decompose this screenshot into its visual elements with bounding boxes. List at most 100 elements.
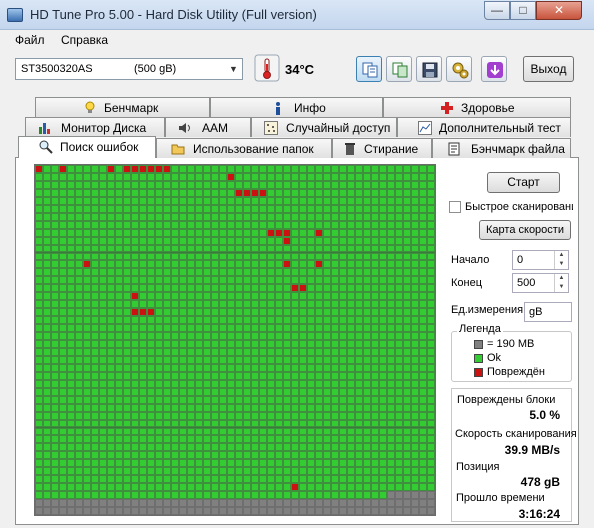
tab-health[interactable]: Здоровье [383, 97, 571, 117]
block-ok [355, 252, 363, 261]
tab-info[interactable]: Инфо [210, 97, 383, 117]
start-field-input[interactable]: 0 ▲ ▼ [512, 250, 569, 270]
block-ok [299, 172, 307, 181]
menu-file[interactable]: Файл [15, 33, 45, 47]
block-ok [59, 172, 67, 181]
block-ok [67, 172, 75, 181]
close-button[interactable]: ✕ [536, 1, 582, 20]
block-ok [219, 491, 227, 500]
menu-help[interactable]: Справка [61, 33, 108, 47]
block-ok [43, 475, 51, 484]
block-ok [83, 411, 91, 420]
block-ok [43, 284, 51, 293]
block-ok [59, 324, 67, 333]
block-ok [355, 419, 363, 428]
block-ok [219, 355, 227, 364]
block-ok [179, 475, 187, 484]
block-ok [283, 451, 291, 460]
block-ok [115, 212, 123, 221]
block-ok [163, 276, 171, 285]
block-ok [67, 260, 75, 269]
copy-screenshot-button[interactable] [386, 56, 412, 82]
tab-file-benchmark[interactable]: Бэнчмарк файла [432, 138, 571, 158]
block-ok [179, 308, 187, 317]
block-ok [283, 347, 291, 356]
download-button[interactable] [481, 56, 507, 82]
block-ok [323, 188, 331, 197]
tab-disk-monitor[interactable]: Монитор Диска [25, 117, 165, 137]
options-button[interactable] [446, 56, 472, 82]
block-ok [283, 427, 291, 436]
tab-folder-usage[interactable]: Использование папок [156, 138, 332, 158]
block-ok [51, 347, 59, 356]
copy-info-button[interactable] [356, 56, 382, 82]
block-ok [131, 435, 139, 444]
block-ok [395, 292, 403, 301]
block-ok [291, 411, 299, 420]
block-ok [411, 459, 419, 468]
block-ok [275, 172, 283, 181]
block-ok [331, 308, 339, 317]
block-ok [83, 443, 91, 452]
tab-error-scan[interactable]: Поиск ошибок [18, 136, 156, 158]
block-unscanned [355, 499, 363, 508]
block-ok [323, 316, 331, 325]
block-ok [283, 483, 291, 492]
block-ok [315, 308, 323, 317]
tab-random-access[interactable]: Случайный доступ [251, 117, 397, 137]
tab-benchmark[interactable]: Бенчмарк [35, 97, 210, 117]
block-ok [243, 483, 251, 492]
tab-extra-tests[interactable]: Дополнительный тест [397, 117, 571, 137]
block-ok [179, 172, 187, 181]
block-ok [131, 276, 139, 285]
minimize-button[interactable]: — [484, 1, 510, 20]
block-ok [307, 284, 315, 293]
spin-arrows-icon[interactable]: ▲ ▼ [554, 251, 568, 269]
block-ok [355, 443, 363, 452]
block-ok [315, 252, 323, 261]
block-ok [403, 411, 411, 420]
block-ok [291, 300, 299, 309]
block-ok [363, 165, 371, 173]
start-button[interactable]: Старт [487, 172, 560, 193]
maximize-button[interactable]: □ [510, 1, 536, 20]
block-ok [163, 236, 171, 245]
block-ok [75, 252, 83, 261]
block-ok [195, 165, 203, 173]
block-ok [403, 268, 411, 277]
block-damaged [131, 165, 139, 173]
save-button[interactable] [416, 56, 442, 82]
drive-select[interactable]: ST3500320AS (500 gB) ▼ [15, 58, 243, 80]
block-ok [411, 316, 419, 325]
unit-select[interactable]: gB [524, 302, 572, 322]
quick-scan-checkbox[interactable] [449, 201, 461, 213]
speed-map-button[interactable]: Карта скорости [479, 220, 571, 240]
block-ok [291, 292, 299, 301]
block-ok [179, 459, 187, 468]
end-field-input[interactable]: 500 ▲ ▼ [512, 273, 569, 293]
block-ok [315, 491, 323, 500]
block-ok [123, 188, 131, 197]
block-ok [291, 467, 299, 476]
spin-arrows-icon[interactable]: ▲ ▼ [554, 274, 568, 292]
block-ok [267, 363, 275, 372]
block-ok [347, 347, 355, 356]
tab-erase[interactable]: Стирание [332, 138, 432, 158]
block-ok [379, 212, 387, 221]
block-ok [331, 395, 339, 404]
exit-button[interactable]: Выход [523, 56, 574, 82]
block-ok [83, 172, 91, 181]
tab-aam[interactable]: AAM [165, 117, 251, 137]
block-ok [419, 427, 427, 436]
block-ok [179, 491, 187, 500]
block-ok [115, 411, 123, 420]
block-ok [243, 340, 251, 348]
block-ok [59, 260, 67, 269]
block-ok [107, 252, 115, 261]
block-ok [59, 300, 67, 309]
block-ok [323, 180, 331, 189]
block-ok [419, 459, 427, 468]
block-ok [379, 228, 387, 237]
block-ok [275, 332, 283, 340]
block-ok [307, 316, 315, 325]
